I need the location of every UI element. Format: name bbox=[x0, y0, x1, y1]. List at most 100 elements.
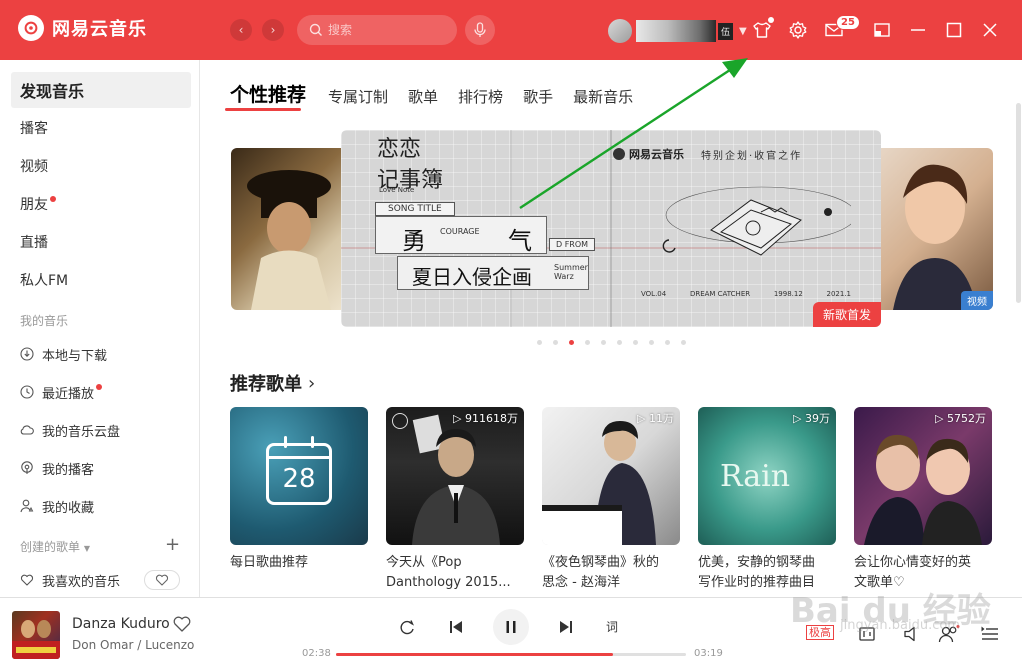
carousel-dot[interactable] bbox=[537, 340, 542, 345]
playlist-cover[interactable]: ▷ 5752万 bbox=[854, 407, 992, 545]
close-icon bbox=[983, 23, 997, 37]
forward-button[interactable]: › bbox=[262, 19, 284, 41]
playlist-cover[interactable]: ▷ 11万 bbox=[542, 407, 680, 545]
pause-button[interactable] bbox=[493, 609, 529, 645]
search-icon bbox=[309, 23, 322, 36]
sidebar-item-label: 最近播放 bbox=[42, 386, 95, 402]
carousel-dot[interactable] bbox=[553, 340, 558, 345]
voice-search-button[interactable] bbox=[465, 15, 495, 45]
skin-button[interactable] bbox=[750, 17, 774, 42]
close-button[interactable] bbox=[978, 18, 1002, 42]
sidebar-item-live[interactable]: 直播 bbox=[11, 224, 191, 260]
carousel-dot[interactable] bbox=[617, 340, 622, 345]
repeat-icon bbox=[400, 620, 414, 635]
sidebar-item-personal-fm[interactable]: 私人FM bbox=[11, 262, 191, 298]
carousel-dot[interactable] bbox=[681, 340, 686, 345]
current-song-title[interactable]: Danza Kuduro bbox=[72, 616, 170, 632]
banner-song-title-label: SONG TITLE bbox=[375, 202, 455, 216]
sidebar-item-cloud-disk[interactable]: 我的音乐云盘 bbox=[20, 418, 120, 442]
playlist-cover[interactable]: ▷ 911618万 bbox=[386, 407, 524, 545]
playlist-title[interactable]: 每日歌曲推荐 bbox=[230, 553, 368, 573]
next-button[interactable] bbox=[557, 618, 575, 636]
listen-together-button[interactable] bbox=[938, 625, 960, 647]
playlist-title[interactable]: 优美，安静的钢琴曲 写作业时的推荐曲目 bbox=[698, 553, 836, 593]
previous-button[interactable] bbox=[447, 618, 465, 636]
created-playlists-section-title[interactable]: 创建的歌单 ▼ bbox=[20, 538, 90, 555]
heart-outline-icon bbox=[20, 574, 34, 586]
microphone-icon bbox=[474, 22, 486, 37]
banner-prev[interactable] bbox=[231, 148, 351, 310]
main-content: 个性推荐 专属订制 歌单 排行榜 歌手 最新音乐 视频 恋恋 记事簿 Love … bbox=[201, 60, 1022, 597]
playlist-card[interactable]: ▷ 5752万 会让你心情变好的英 文歌单♡ bbox=[854, 407, 992, 593]
sidebar-item-my-podcast[interactable]: 我的播客 bbox=[20, 456, 94, 480]
playlist-cover[interactable]: 28 bbox=[230, 407, 368, 545]
gear-icon bbox=[789, 21, 807, 39]
sidebar-item-label: 视频 bbox=[20, 159, 48, 175]
carousel-dot[interactable] bbox=[569, 340, 574, 345]
caret-down-icon: ▼ bbox=[739, 25, 747, 37]
username-blurred bbox=[636, 20, 716, 42]
playlist-card[interactable]: ▷ 11万 《夜色钢琴曲》秋的 思念 - 赵海洋 bbox=[542, 407, 680, 593]
album-artwork bbox=[12, 620, 60, 659]
recommended-playlists-title[interactable]: 推荐歌单 › bbox=[230, 370, 315, 396]
tab-playlists[interactable]: 歌单 bbox=[408, 86, 438, 107]
app-logo[interactable]: 网易云音乐 bbox=[18, 15, 147, 41]
playlist-title[interactable]: 会让你心情变好的英 文歌单♡ bbox=[854, 553, 992, 593]
sidebar-item-friends[interactable]: 朋友 bbox=[11, 186, 191, 222]
settings-button[interactable] bbox=[786, 18, 810, 42]
progress-fill bbox=[336, 653, 613, 656]
minimize-button[interactable] bbox=[906, 18, 930, 42]
back-button[interactable]: ‹ bbox=[230, 19, 252, 41]
sidebar-item-podcast[interactable]: 播客 bbox=[11, 110, 191, 146]
playlist-queue-button[interactable] bbox=[980, 625, 1000, 647]
search-input[interactable] bbox=[328, 23, 448, 37]
banner-current[interactable]: 恋恋 记事簿 Love Note SONG TITLE 勇 COURAGE 气 … bbox=[341, 130, 881, 327]
sidebar-item-video[interactable]: 视频 bbox=[11, 148, 191, 184]
playlist-title[interactable]: 《夜色钢琴曲》秋的 思念 - 赵海洋 bbox=[542, 553, 680, 593]
tab-charts[interactable]: 排行榜 bbox=[458, 86, 503, 107]
playlist-cover[interactable]: Rain ▷ 39万 bbox=[698, 407, 836, 545]
sidebar-item-recent[interactable]: 最近播放 bbox=[20, 380, 103, 404]
maximize-button[interactable] bbox=[942, 18, 966, 42]
carousel-dot[interactable] bbox=[633, 340, 638, 345]
banner-d-from: D FROM bbox=[549, 238, 596, 251]
loop-mode-button[interactable] bbox=[398, 618, 416, 636]
mini-mode-button[interactable] bbox=[870, 18, 894, 42]
banner-qi: 气 bbox=[508, 227, 532, 255]
quality-button[interactable]: 极高 bbox=[806, 625, 834, 640]
playlist-title[interactable]: 今天从《Pop Danthology 2015... bbox=[386, 553, 524, 593]
playlist-card[interactable]: ▷ 911618万 今天从《Pop Danthology 2015... bbox=[386, 407, 524, 593]
netease-logo-icon bbox=[18, 15, 44, 41]
sound-effects-button[interactable] bbox=[858, 625, 878, 647]
current-song-artist[interactable]: Don Omar / Lucenzo bbox=[72, 638, 194, 652]
sidebar-item-discover[interactable]: 发现音乐 bbox=[11, 72, 191, 108]
progress-bar[interactable] bbox=[336, 653, 686, 656]
heartbeat-mode-button[interactable] bbox=[144, 570, 180, 590]
volume-button[interactable] bbox=[902, 625, 922, 647]
carousel-dot[interactable] bbox=[585, 340, 590, 345]
user-profile[interactable]: 伍 ▼ bbox=[608, 19, 747, 43]
banner-next[interactable]: 视频 bbox=[873, 148, 993, 310]
tab-new-music[interactable]: 最新音乐 bbox=[573, 86, 633, 107]
sidebar-item-local-download[interactable]: 本地与下载 bbox=[20, 342, 107, 366]
messages-button[interactable]: 25 bbox=[822, 15, 860, 42]
like-button[interactable] bbox=[172, 614, 192, 638]
carousel-dot[interactable] bbox=[601, 340, 606, 345]
sidebar-item-favorites[interactable]: 我的收藏 bbox=[20, 494, 94, 518]
tab-custom[interactable]: 专属订制 bbox=[328, 86, 388, 107]
search-box[interactable] bbox=[297, 15, 457, 45]
main-scrollbar[interactable] bbox=[1016, 103, 1021, 303]
lyrics-button[interactable]: 词 bbox=[606, 618, 618, 635]
sidebar-item-liked-music[interactable]: 我喜欢的音乐 bbox=[20, 568, 120, 592]
album-cover[interactable] bbox=[12, 611, 60, 659]
tab-recommend[interactable]: 个性推荐 bbox=[230, 80, 306, 107]
carousel-dot[interactable] bbox=[665, 340, 670, 345]
create-playlist-button[interactable]: + bbox=[165, 534, 180, 555]
playlist-card[interactable]: Rain ▷ 39万 优美，安静的钢琴曲 写作业时的推荐曲目 bbox=[698, 407, 836, 593]
carousel-dot[interactable] bbox=[649, 340, 654, 345]
heartbeat-icon bbox=[155, 574, 169, 586]
playlist-card[interactable]: 28 每日歌曲推荐 bbox=[230, 407, 368, 593]
tab-artists[interactable]: 歌手 bbox=[523, 86, 553, 107]
new-release-tag: 新歌首发 bbox=[812, 302, 881, 327]
banner-carousel[interactable]: 视频 恋恋 记事簿 Love Note SONG TITLE 勇 COURAGE… bbox=[231, 130, 993, 330]
